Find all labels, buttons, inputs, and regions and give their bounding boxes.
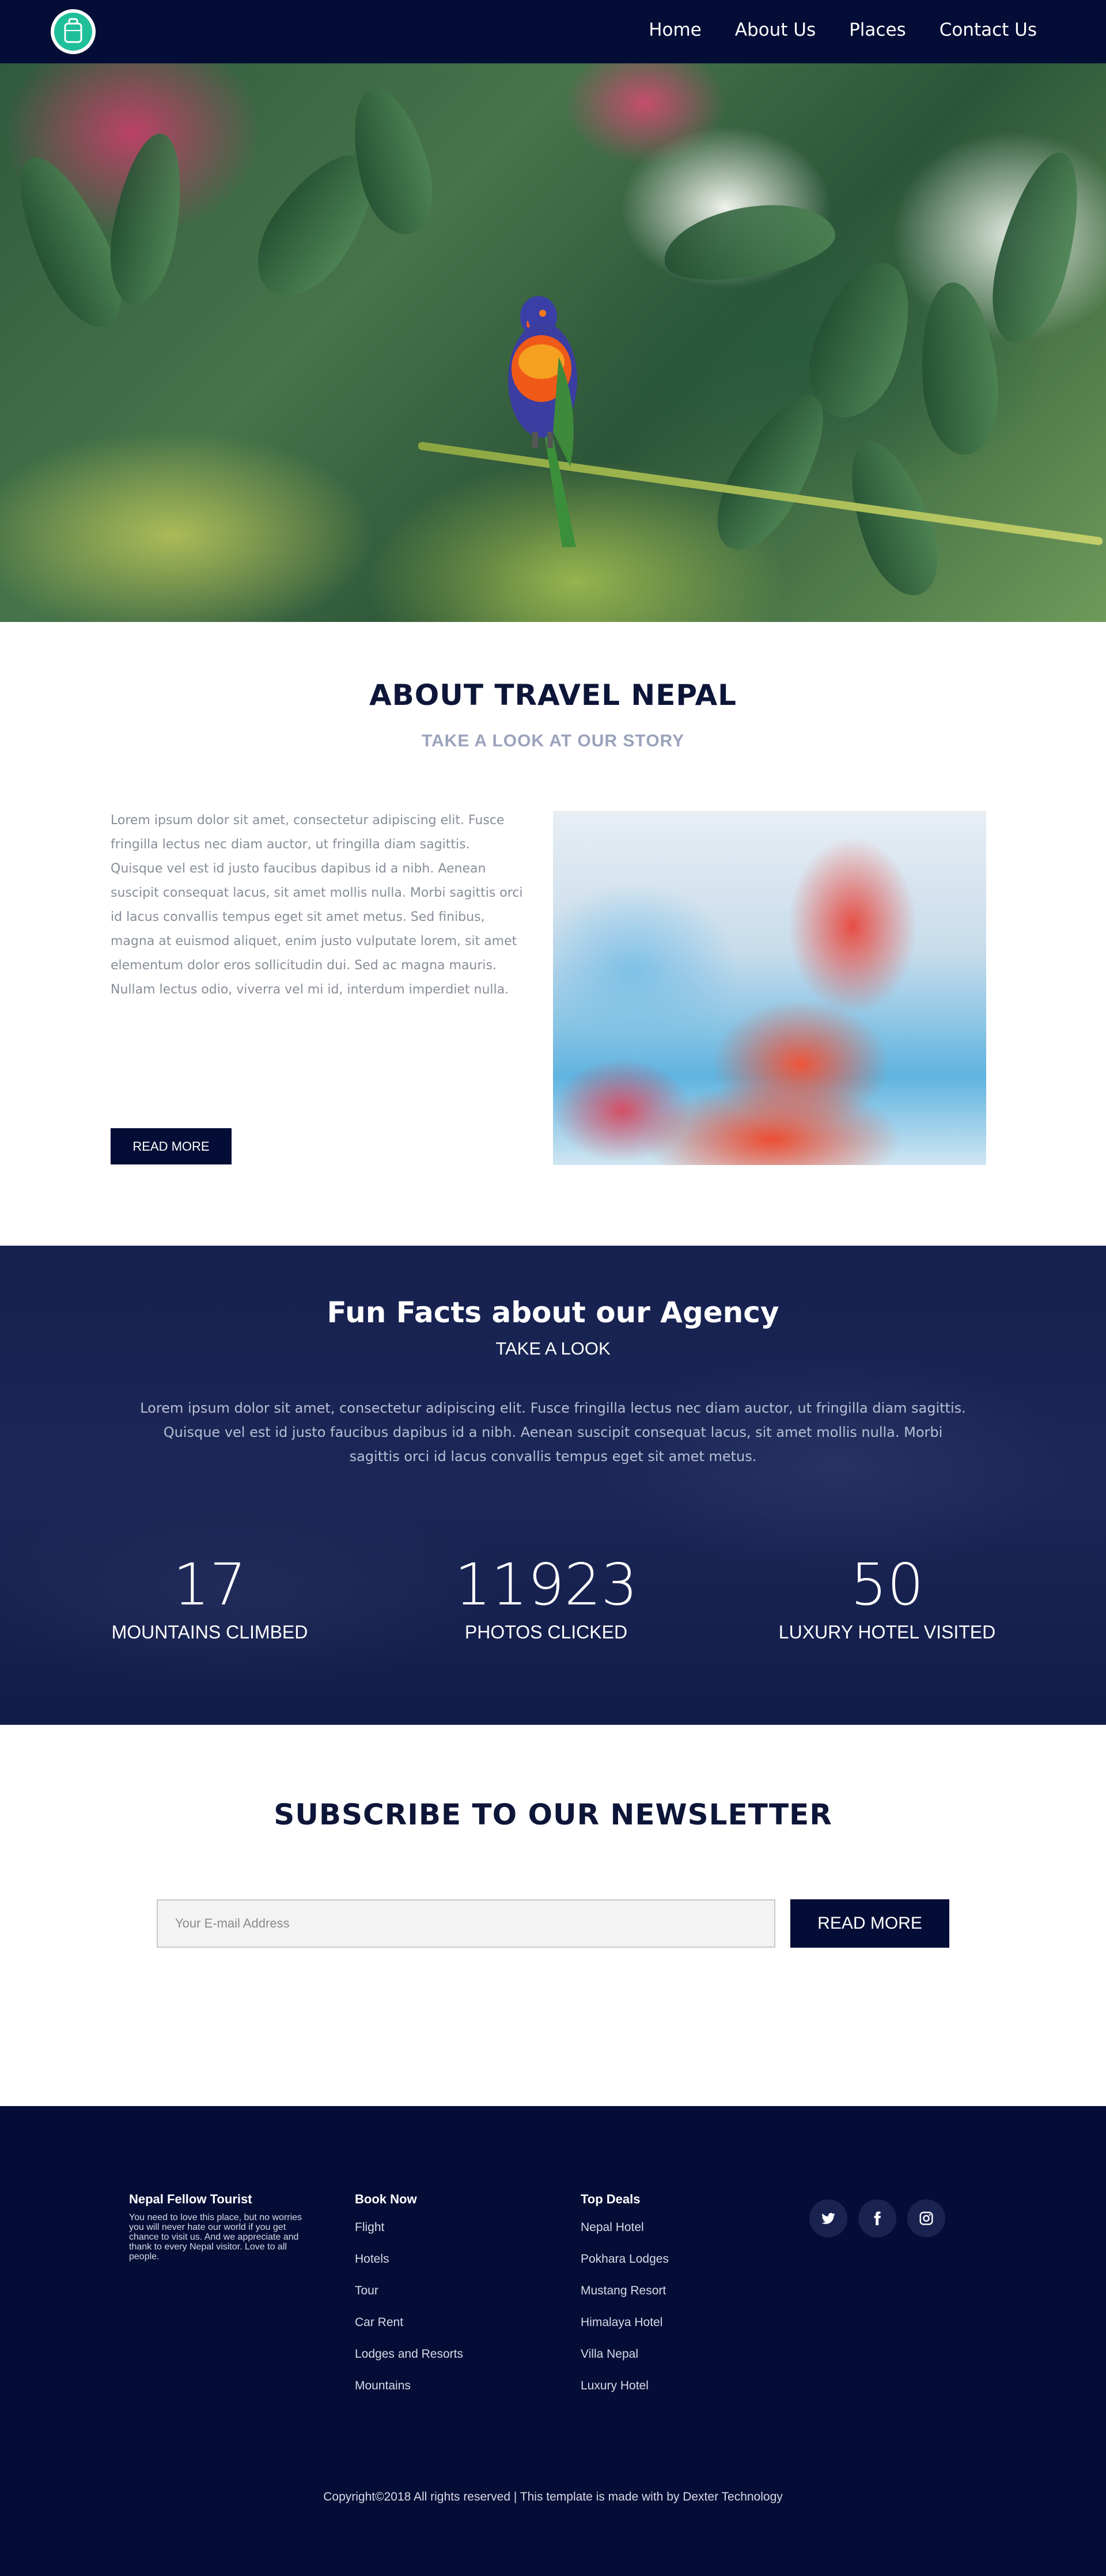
facts-subtitle: TAKE A LOOK (495, 1338, 611, 1359)
nav-contact-us[interactable]: Contact Us (940, 20, 1037, 40)
footer-link-himalaya-hotel[interactable]: Himalaya Hotel (581, 2316, 662, 2330)
about-body-text: Lorem ipsum dolor sit amet, consectetur … (111, 813, 523, 997)
footer-link-tour[interactable]: Tour (355, 2284, 378, 2298)
facebook-icon[interactable] (858, 2199, 896, 2237)
newsletter-read-more-button[interactable]: READ MORE (790, 1899, 949, 1948)
hero-parrot-image (0, 63, 1106, 622)
footer-about-title: Nepal Fellow Tourist (129, 2192, 252, 2206)
about-read-more-button[interactable]: READ MORE (111, 1128, 232, 1164)
footer-deals-title: Top Deals (581, 2192, 641, 2206)
facts-title: Fun Facts about our Agency (327, 1296, 779, 1329)
copyright-text: Copyright©2018 All rights reserved | Thi… (323, 2490, 783, 2503)
footer-link-flight[interactable]: Flight (355, 2221, 384, 2234)
stat-label: MOUNTAINS CLIMBED (111, 1622, 308, 1642)
stat-value: 11923 (454, 1551, 638, 1618)
nav-places[interactable]: Places (849, 20, 906, 40)
red-ink-in-water-image (553, 811, 986, 1165)
top-navbar: Home About Us Places Contact Us (0, 0, 1106, 63)
stat-label: PHOTOS CLICKED (464, 1622, 628, 1642)
twitter-icon[interactable] (809, 2199, 847, 2237)
stat-hotels: 50 LUXURY HOTEL VISITED (726, 1550, 1048, 1643)
footer-link-pokhara-lodges[interactable]: Pokhara Lodges (581, 2252, 669, 2266)
footer (0, 2106, 1106, 2576)
footer-link-nepal-hotel[interactable]: Nepal Hotel (581, 2221, 644, 2234)
newsletter-email-input[interactable]: Your E-mail Address (157, 1899, 775, 1948)
luggage-logo-icon[interactable] (51, 9, 96, 54)
newsletter-title: SUBSCRIBE TO OUR NEWSLETTER (274, 1798, 832, 1831)
nav-home[interactable]: Home (649, 20, 702, 40)
footer-link-hotels[interactable]: Hotels (355, 2252, 389, 2266)
stat-photos: 11923 PHOTOS CLICKED (385, 1550, 707, 1643)
footer-link-villa-nepal[interactable]: Villa Nepal (581, 2347, 638, 2361)
footer-link-car-rent[interactable]: Car Rent (355, 2316, 403, 2330)
footer-link-luxury-hotel[interactable]: Luxury Hotel (581, 2379, 649, 2393)
stat-value: 50 (850, 1551, 924, 1618)
nav-about-us[interactable]: About Us (735, 20, 816, 40)
stat-mountains: 17 MOUNTAINS CLIMBED (48, 1550, 371, 1643)
footer-link-lodges[interactable]: Lodges and Resorts (355, 2347, 463, 2361)
facts-body-text: Lorem ipsum dolor sit amet, consectetur … (140, 1400, 966, 1465)
about-title: ABOUT TRAVEL NEPAL (369, 678, 737, 712)
stat-label: LUXURY HOTEL VISITED (778, 1622, 996, 1642)
footer-book-title: Book Now (355, 2192, 417, 2206)
about-subtitle: TAKE A LOOK AT OUR STORY (421, 731, 685, 750)
footer-link-mountains[interactable]: Mountains (355, 2379, 411, 2393)
main-nav: Home About Us Places Contact Us (615, 20, 1037, 40)
footer-link-mustang-resort[interactable]: Mustang Resort (581, 2284, 666, 2298)
instagram-icon[interactable] (907, 2199, 945, 2237)
stat-value: 17 (173, 1551, 247, 1618)
footer-about-text: You need to love this place, but no worr… (129, 2213, 302, 2262)
